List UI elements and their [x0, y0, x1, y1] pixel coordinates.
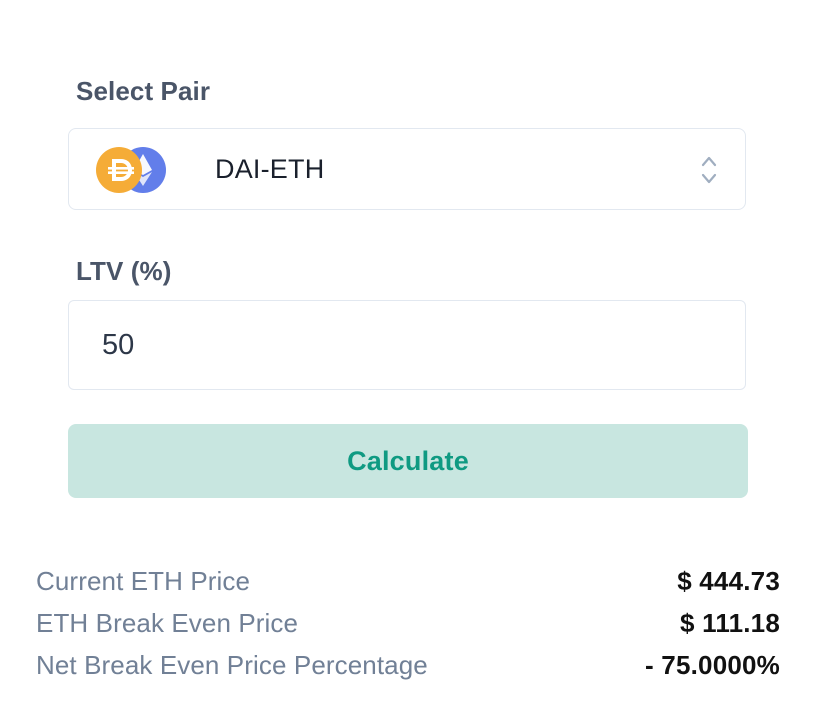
dai-icon [96, 147, 142, 193]
pair-icons [96, 147, 166, 193]
current-eth-price-value: $ 444.73 [677, 566, 780, 596]
ltv-input[interactable] [69, 301, 745, 389]
net-break-even-percentage-value: - 75.0000% [645, 650, 780, 680]
eth-break-even-value: $ 111.18 [680, 608, 780, 638]
result-row-net-percentage: Net Break Even Price Percentage - 75.000… [36, 648, 780, 690]
results-list: Current ETH Price $ 444.73 ETH Break Eve… [36, 564, 780, 690]
pair-selected-value: DAI-ETH [215, 154, 325, 184]
chevron-up-down-icon [701, 156, 717, 184]
select-pair-label: Select Pair [76, 76, 211, 106]
result-row-break-even: ETH Break Even Price $ 111.18 [36, 606, 780, 648]
calculate-button[interactable]: Calculate [68, 424, 748, 498]
net-break-even-percentage-label: Net Break Even Price Percentage [36, 650, 428, 680]
result-row-current-price: Current ETH Price $ 444.73 [36, 564, 780, 606]
ltv-label: LTV (%) [76, 256, 172, 286]
current-eth-price-label: Current ETH Price [36, 566, 251, 596]
eth-break-even-label: ETH Break Even Price [36, 608, 299, 638]
pair-select[interactable]: DAI-ETH [68, 128, 746, 210]
ltv-field [68, 300, 746, 390]
